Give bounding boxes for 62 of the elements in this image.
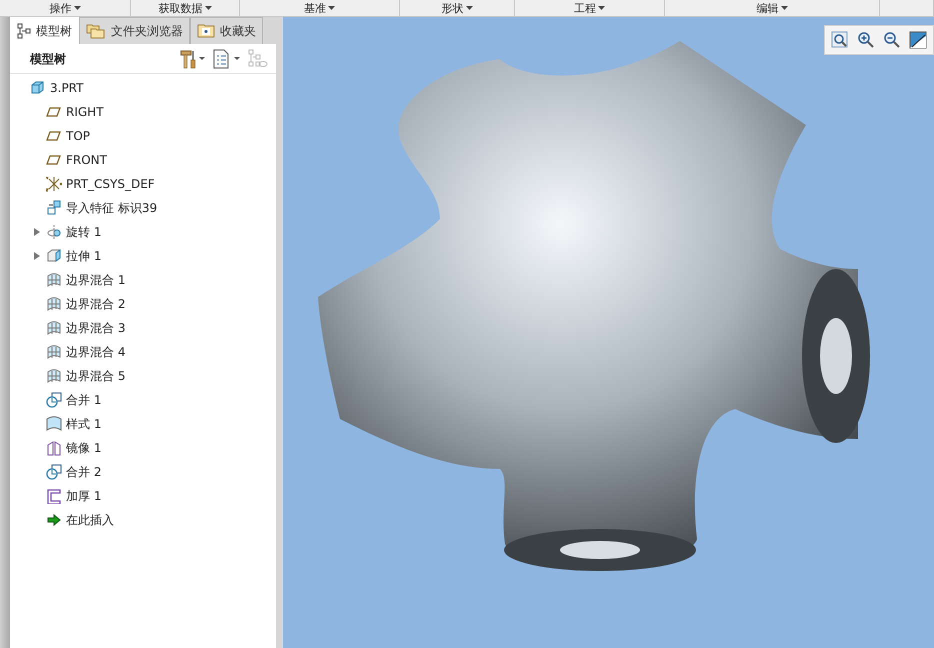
surface-icon — [46, 272, 62, 288]
zoom-in-icon[interactable] — [857, 31, 875, 49]
surface-icon — [46, 296, 62, 312]
tree-item[interactable]: 样式 1 — [66, 415, 102, 433]
tree-item[interactable]: 加厚 1 — [66, 487, 102, 505]
revolve-icon — [46, 224, 62, 240]
coordinate-system-icon — [46, 176, 62, 192]
tree-item[interactable]: 3.PRT — [50, 79, 84, 97]
menu-item[interactable]: 基准 — [302, 2, 337, 14]
surface-icon — [46, 368, 62, 384]
menu-item[interactable]: 工程 — [572, 2, 607, 14]
tools-icon[interactable] — [180, 48, 206, 68]
tree-item[interactable]: 旋转 1 — [66, 223, 102, 241]
panel-title: 模型树 — [30, 50, 67, 68]
tree-item[interactable]: 边界混合 2 — [66, 295, 126, 313]
part-cube-icon — [30, 80, 46, 96]
menu-item[interactable]: 操作 — [48, 2, 82, 14]
caret-icon — [598, 6, 605, 10]
tree-item[interactable]: FRONT — [66, 151, 107, 169]
mirror-icon — [46, 440, 62, 456]
merge-icon — [46, 392, 62, 408]
list-settings-icon[interactable] — [212, 48, 242, 68]
caret-icon — [328, 6, 335, 10]
menu-item[interactable]: 形状 — [440, 2, 474, 14]
arrow-icon — [46, 512, 62, 528]
tree-item[interactable]: RIGHT — [66, 103, 104, 121]
zoom-fit-icon[interactable] — [831, 31, 849, 49]
tree-item[interactable]: 边界混合 4 — [66, 343, 126, 361]
tree-item[interactable]: 在此插入 — [66, 511, 114, 529]
panel-tab[interactable]: 模型树 — [10, 17, 79, 44]
tree-item[interactable]: PRT_CSYS_DEF — [66, 175, 155, 193]
tree-item[interactable]: 合并 2 — [66, 463, 102, 481]
tree-item[interactable]: TOP — [66, 127, 90, 145]
expand-arrow[interactable] — [32, 251, 42, 261]
caret-icon — [466, 6, 472, 10]
caret-icon — [74, 6, 80, 10]
expand-arrow[interactable] — [32, 227, 42, 237]
tree-item[interactable]: 边界混合 5 — [66, 367, 126, 385]
show-tree-icon — [248, 48, 268, 68]
caret-icon — [204, 6, 212, 10]
panel-tab[interactable]: 文件夹浏览器 — [79, 17, 190, 44]
surface-icon — [46, 344, 62, 360]
extrude-cube-icon — [46, 248, 62, 264]
merge-icon — [46, 464, 62, 480]
tree-item[interactable]: 导入特征 标识39 — [66, 199, 158, 217]
thicken-icon — [46, 488, 62, 504]
favorites-folder-icon — [197, 24, 215, 38]
zoom-out-icon[interactable] — [883, 31, 901, 49]
import-feature-icon — [46, 200, 62, 216]
caret-icon — [780, 6, 788, 10]
tree-item[interactable]: 边界混合 1 — [66, 271, 126, 289]
tree-item[interactable]: 合并 1 — [66, 391, 102, 409]
tree-icon — [17, 23, 31, 39]
tree-item[interactable]: 镜像 1 — [66, 439, 102, 457]
folders-icon — [86, 23, 106, 39]
style-surface-icon — [46, 416, 62, 432]
surface-icon — [46, 320, 62, 336]
menu-item[interactable]: 编辑 — [754, 2, 790, 14]
menu-item[interactable]: 获取数据 — [156, 2, 214, 14]
tree-item[interactable]: 拉伸 1 — [66, 247, 102, 265]
panel-tab[interactable]: 收藏夹 — [190, 17, 263, 44]
tree-item[interactable]: 边界混合 3 — [66, 319, 126, 337]
